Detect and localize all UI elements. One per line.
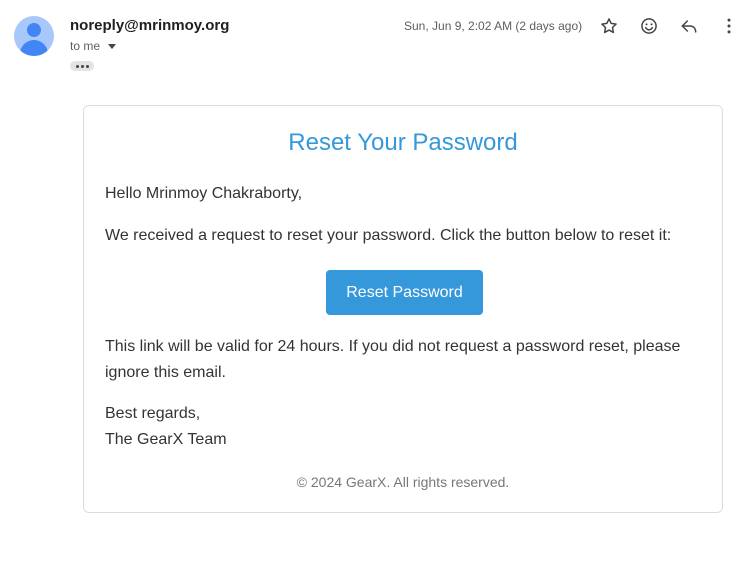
sender-email[interactable]: noreply@mrinmoy.org — [70, 17, 229, 34]
chevron-down-icon — [108, 44, 117, 49]
avatar-head — [27, 23, 41, 37]
footer-copyright: © 2024 GearX. All rights reserved. — [296, 474, 510, 490]
avatar-body — [20, 40, 48, 56]
greeting-text: Hello Mrinmoy Chakraborty, — [105, 185, 303, 202]
email-title: Reset Your Password — [288, 129, 518, 156]
reply-icon[interactable] — [678, 15, 700, 37]
validity-text-line2: ignore this email. — [105, 364, 226, 381]
ellipsis-icon[interactable] — [70, 61, 94, 71]
star-icon[interactable] — [598, 15, 620, 37]
to-label: to me — [70, 39, 101, 53]
team-signature: The GearX Team — [105, 431, 227, 448]
signoff-text: Best regards, — [105, 405, 201, 422]
recipients-toggle[interactable]: to me — [70, 39, 117, 53]
emoji-icon[interactable] — [638, 15, 660, 37]
validity-text-line1: This link will be valid for 24 hours. If… — [105, 338, 681, 355]
reset-password-button[interactable]: Reset Password — [326, 270, 483, 315]
avatar-icon[interactable] — [14, 16, 54, 56]
intro-text: We received a request to reset your pass… — [105, 227, 672, 244]
timestamp: Sun, Jun 9, 2:02 AM (2 days ago) — [404, 19, 583, 33]
more-vert-icon[interactable] — [718, 15, 740, 37]
